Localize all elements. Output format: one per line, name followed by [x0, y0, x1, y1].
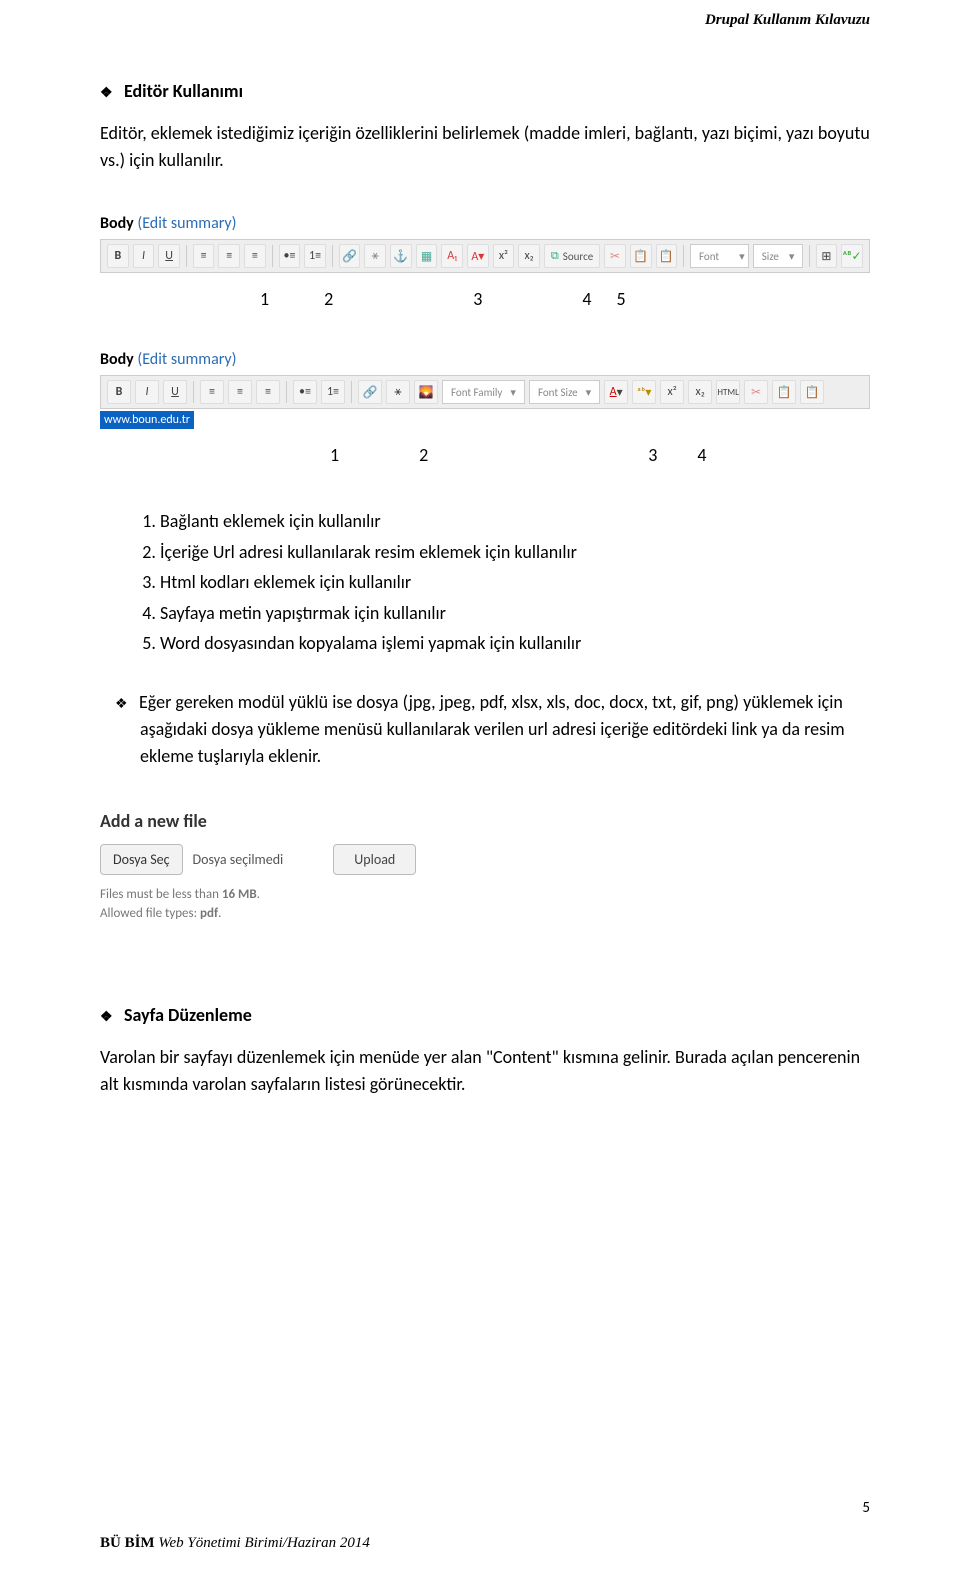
align-right-icon[interactable]: ≡: [256, 380, 280, 404]
toolbar-1: B I U ≡ ≡ ≡ •≡ 1≡ 🔗 ⚹ ⚓ ▦ A₁ A▾ x² x₂ ⧉ …: [100, 239, 870, 273]
file-upload-block: Add a new file Dosya Seç Dosya seçilmedi…: [100, 810, 870, 924]
doc-header: Drupal Kullanım Kılavuzu: [705, 12, 870, 29]
table-icon[interactable]: ⊞: [816, 244, 838, 268]
body-label-bold-2: Body: [100, 350, 134, 369]
url-text-selection: www.boun.edu.tr: [100, 411, 194, 429]
link-icon[interactable]: 🔗: [339, 244, 361, 268]
callout-numbers-1: 1 2 3 4 5: [100, 288, 870, 310]
page-number: 5: [862, 1499, 870, 1517]
file-info-types: Allowed file types: pdf.: [100, 904, 870, 924]
superscript-icon[interactable]: x²: [660, 380, 684, 404]
spellcheck-icon[interactable]: ᴬᴮ✓: [841, 244, 863, 268]
list-item: Bağlantı eklemek için kullanılır: [160, 506, 870, 537]
list-item: Sayfaya metin yapıştırmak için kullanılı…: [160, 598, 870, 629]
color-a2-icon[interactable]: A▾: [467, 244, 489, 268]
align-center-icon[interactable]: ≡: [218, 244, 240, 268]
edit-summary-link[interactable]: (Edit summary): [137, 214, 236, 233]
size-select[interactable]: Size▾: [753, 244, 803, 268]
edit-summary-link-2[interactable]: (Edit summary): [137, 350, 236, 369]
section2-title-text: Sayfa Düzenleme: [124, 1004, 252, 1026]
unlink-icon[interactable]: ⚹: [364, 244, 386, 268]
body-label-1: Body (Edit summary): [100, 214, 870, 233]
diamond-icon: ❖: [115, 693, 129, 714]
file-status-text: Dosya seçilmedi: [193, 851, 284, 868]
list-ul-icon[interactable]: •≡: [279, 244, 301, 268]
underline-icon[interactable]: U: [158, 244, 180, 268]
source-button[interactable]: ⧉ Source: [544, 244, 600, 268]
font-size-select[interactable]: Font Size▾: [529, 380, 600, 404]
editor-block-1: Body (Edit summary) B I U ≡ ≡ ≡ •≡ 1≡ 🔗 …: [100, 214, 870, 273]
font-family-select[interactable]: Font Family▾: [442, 380, 525, 404]
text-color-icon[interactable]: A▾: [604, 380, 628, 404]
cut-icon[interactable]: ✂: [604, 244, 626, 268]
list-item: Word dosyasından kopyalama işlemi yapmak…: [160, 628, 870, 659]
body-label-bold: Body: [100, 214, 134, 233]
bold-icon[interactable]: B: [107, 380, 131, 404]
toolbar-2: B I U ≡ ≡ ≡ •≡ 1≡ 🔗 ⚹ 🌄 Font Family▾ Fon…: [100, 375, 870, 409]
align-right-icon[interactable]: ≡: [244, 244, 266, 268]
editor-block-2: Body (Edit summary) B I U ≡ ≡ ≡ •≡ 1≡ 🔗 …: [100, 350, 870, 429]
list-item: İçeriğe Url adresi kullanılarak resim ek…: [160, 537, 870, 568]
section-title-page-edit: ❖ Sayfa Düzenleme: [100, 1004, 870, 1026]
section-title-editor: ❖ Editör Kullanımı: [100, 80, 870, 102]
list-ol-icon[interactable]: 1≡: [321, 380, 345, 404]
upload-button[interactable]: Upload: [333, 844, 416, 875]
list-ol-icon[interactable]: 1≡: [304, 244, 326, 268]
paste-icon[interactable]: 📋: [772, 380, 796, 404]
html-icon[interactable]: HTML: [716, 380, 740, 404]
align-left-icon[interactable]: ≡: [193, 244, 215, 268]
subscript-icon[interactable]: x₂: [688, 380, 712, 404]
footer: BÜ BİM Web Yönetimi Birimi/Haziran 2014: [100, 1535, 370, 1552]
paste-word-icon[interactable]: 📋: [656, 244, 678, 268]
legend-list: Bağlantı eklemek için kullanılır İçeriğe…: [100, 506, 870, 659]
list-ul-icon[interactable]: •≡: [293, 380, 317, 404]
body-label-2: Body (Edit summary): [100, 350, 870, 369]
diamond-icon: ❖: [100, 1008, 114, 1025]
choose-file-button[interactable]: Dosya Seç: [100, 844, 183, 875]
italic-icon[interactable]: I: [133, 244, 155, 268]
diamond-icon: ❖: [100, 84, 114, 101]
anchor-icon[interactable]: ⚓: [390, 244, 412, 268]
section1-title-text: Editör Kullanımı: [124, 80, 243, 102]
file-upload-title: Add a new file: [100, 810, 870, 832]
bold-icon[interactable]: B: [107, 244, 129, 268]
color-a-icon[interactable]: A₁: [441, 244, 463, 268]
paste-icon[interactable]: 📋: [630, 244, 652, 268]
align-left-icon[interactable]: ≡: [200, 380, 224, 404]
callout-numbers-2: 1 2 3 4: [100, 444, 870, 466]
unlink-icon[interactable]: ⚹: [386, 380, 410, 404]
paste-word-icon[interactable]: 📋: [800, 380, 824, 404]
font-select[interactable]: Font▾: [690, 244, 749, 268]
section2-body: Varolan bir sayfayı düzenlemek için menü…: [100, 1044, 870, 1098]
section1-intro: Editör, eklemek istediğimiz içeriğin öze…: [100, 120, 870, 174]
superscript-icon[interactable]: x²: [493, 244, 515, 268]
list-item: Html kodları eklemek için kullanılır: [160, 567, 870, 598]
underline-icon[interactable]: U: [163, 380, 187, 404]
cut-icon[interactable]: ✂: [744, 380, 768, 404]
image-icon[interactable]: 🌄: [414, 380, 438, 404]
link-icon[interactable]: 🔗: [358, 380, 382, 404]
module-paragraph: ❖Eğer gereken modül yüklü ise dosya (jpg…: [100, 689, 870, 770]
italic-icon[interactable]: I: [135, 380, 159, 404]
align-center-icon[interactable]: ≡: [228, 380, 252, 404]
subscript-icon[interactable]: x₂: [518, 244, 540, 268]
file-info-size: Files must be less than 16 MB.: [100, 885, 870, 905]
image-icon[interactable]: ▦: [416, 244, 438, 268]
bg-color-icon[interactable]: ᵃᵇ▾: [632, 380, 656, 404]
